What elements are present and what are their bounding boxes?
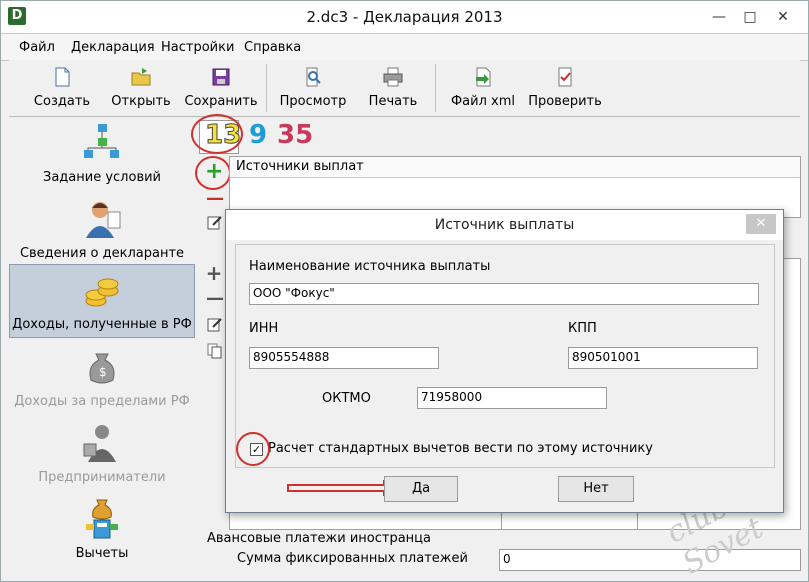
- window-title: 2.dc3 - Декларация 2013: [306, 8, 503, 26]
- sidebar-label: Сведения о декларанте: [19, 246, 185, 261]
- check-label: Проверить: [528, 94, 602, 109]
- highlight-circle-add: [195, 156, 231, 190]
- save-label: Сохранить: [184, 94, 258, 109]
- dialog-title: Источник выплаты: [226, 210, 783, 240]
- create-button[interactable]: Создать: [27, 64, 97, 114]
- money-bag-icon: $: [89, 353, 115, 384]
- fixed-payments-input[interactable]: 0: [499, 549, 801, 571]
- sidebar-item-deductions[interactable]: Вычеты: [9, 494, 195, 568]
- person-icon: [86, 202, 121, 238]
- dialog-body: Наименование источника выплаты ООО "Фоку…: [235, 244, 775, 468]
- edit-income-icon[interactable]: [207, 316, 223, 332]
- xml-file-label: Файл xml: [450, 94, 516, 109]
- open-button[interactable]: Открыть: [106, 64, 176, 114]
- rate-tab-9[interactable]: 9: [249, 120, 267, 150]
- advance-payments-label: Авансовые платежи иностранца: [207, 531, 431, 546]
- create-label: Создать: [33, 94, 91, 109]
- oktmo-input[interactable]: 71958000: [417, 387, 607, 409]
- preview-button[interactable]: Просмотр: [277, 64, 349, 114]
- sidebar-label: Предприниматели: [38, 470, 166, 485]
- table-header: Источники выплат: [230, 157, 800, 178]
- print-button[interactable]: Печать: [361, 64, 425, 114]
- sidebar-item-income-rf[interactable]: Доходы, полученные в РФ: [9, 264, 195, 338]
- close-window-button[interactable]: ✕: [771, 7, 795, 27]
- oktmo-label: ОКТМО: [322, 391, 371, 406]
- rate-tabs: 13 9 35: [197, 118, 801, 154]
- source-name-input[interactable]: ООО "Фокус": [249, 283, 759, 305]
- remove-income-icon[interactable]: —: [206, 290, 224, 308]
- copy-income-icon[interactable]: [207, 343, 223, 359]
- deductions-icon: [86, 499, 118, 539]
- menu-bar: Файл Декларация Настройки Справка: [1, 33, 808, 61]
- save-button[interactable]: Сохранить: [184, 64, 258, 114]
- toolbar-separator: [266, 64, 267, 112]
- sidebar-label: Вычеты: [75, 546, 129, 561]
- save-disk-icon: [212, 68, 230, 86]
- preview-icon: [306, 67, 321, 87]
- remove-source-icon[interactable]: —: [206, 190, 224, 208]
- source-name-label: Наименование источника выплаты: [249, 259, 491, 274]
- fixed-payments-label: Сумма фиксированных платежей: [237, 551, 468, 566]
- title-bar: D 2.dc3 - Декларация 2013 — □ ✕: [1, 1, 808, 33]
- print-label: Печать: [368, 94, 418, 109]
- xml-file-icon: [476, 67, 491, 87]
- sidebar-label: Задание условий: [43, 170, 161, 185]
- add-income-icon[interactable]: +: [205, 263, 223, 283]
- std-deductions-label: Расчет стандартных вычетов вести по этом…: [268, 441, 653, 456]
- maximize-button[interactable]: □: [738, 7, 762, 27]
- coins-icon: [85, 278, 119, 307]
- dialog-close-button[interactable]: ✕: [746, 214, 776, 234]
- menu-settings[interactable]: Настройки: [161, 40, 234, 55]
- highlight-circle-rate-13: [191, 114, 243, 154]
- inn-input[interactable]: 8905554888: [249, 347, 439, 369]
- no-button[interactable]: Нет: [558, 476, 634, 502]
- open-label: Открыть: [111, 94, 171, 109]
- inn-label: ИНН: [249, 321, 279, 336]
- xml-file-button[interactable]: Файл xml: [447, 64, 519, 114]
- sidebar-item-income-abroad[interactable]: $ Доходы за пределами РФ: [9, 342, 195, 416]
- sidebar-item-conditions[interactable]: Задание условий: [9, 118, 195, 192]
- sidebar-item-entrepreneurs[interactable]: Предприниматели: [9, 418, 195, 492]
- menu-file[interactable]: Файл: [19, 40, 55, 55]
- printer-icon: [383, 67, 403, 87]
- kpp-label: КПП: [568, 321, 597, 336]
- entrepreneur-icon: [83, 425, 116, 462]
- check-document-icon: [558, 67, 572, 87]
- main-window: D 2.dc3 - Декларация 2013 — □ ✕ Файл Дек…: [0, 0, 809, 582]
- toolbar-separator: [435, 64, 436, 112]
- minimize-button[interactable]: —: [707, 7, 731, 27]
- yes-button[interactable]: Да: [384, 476, 458, 502]
- sidebar-item-declarant[interactable]: Сведения о декларанте: [9, 194, 195, 268]
- new-document-icon: [55, 67, 70, 87]
- sidebar-label: Доходы за пределами РФ: [14, 394, 190, 409]
- preview-label: Просмотр: [279, 94, 347, 109]
- sidebar-label: Доходы, полученные в РФ: [12, 317, 192, 332]
- check-button[interactable]: Проверить: [525, 64, 605, 114]
- menu-declaration[interactable]: Декларация: [71, 40, 155, 55]
- payment-source-dialog: Источник выплаты ✕ Наименование источник…: [225, 209, 784, 513]
- edit-source-icon[interactable]: [207, 214, 223, 230]
- income-sources-header: Источники выплат: [236, 159, 364, 174]
- highlight-circle-checkbox: [236, 432, 270, 466]
- rate-tab-35[interactable]: 35: [277, 120, 313, 150]
- kpp-input[interactable]: 890501001: [568, 347, 758, 369]
- menu-help[interactable]: Справка: [244, 40, 301, 55]
- open-folder-icon: [131, 68, 151, 86]
- conditions-tree-icon: [84, 124, 119, 158]
- toolbar: Создать Открыть Сохранить Просмотр Печат…: [9, 60, 800, 117]
- svg-text:$: $: [99, 365, 107, 379]
- sidebar: Задание условий Сведения о декларанте До…: [9, 118, 195, 570]
